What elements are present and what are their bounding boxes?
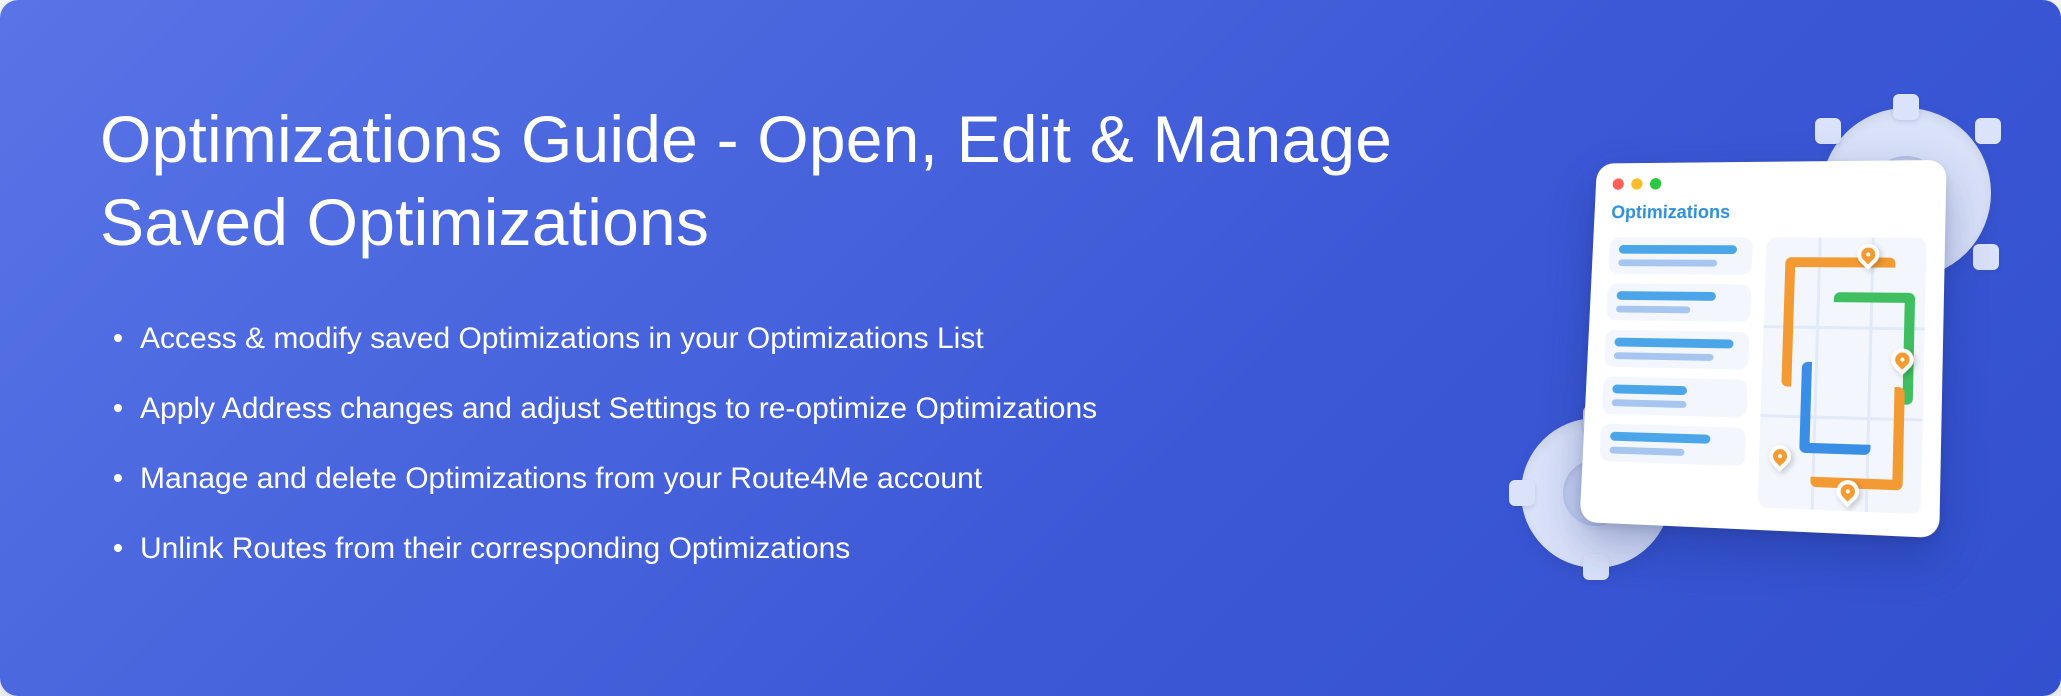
- list-item: [1602, 376, 1748, 417]
- list-item: [1606, 283, 1751, 322]
- bullet-item: Manage and delete Optimizations from you…: [100, 458, 1511, 500]
- hero-illustration: Optimizations: [1551, 138, 1971, 558]
- bullet-item: Access & modify saved Optimizations in y…: [100, 318, 1511, 360]
- minimize-dot-icon: [1631, 178, 1643, 189]
- hero-banner: Optimizations Guide - Open, Edit & Manag…: [0, 0, 2061, 696]
- maximize-dot-icon: [1650, 178, 1662, 190]
- map-pin-icon: [1765, 440, 1796, 472]
- bullet-item: Unlink Routes from their corresponding O…: [100, 528, 1511, 570]
- list-pane: [1598, 237, 1753, 506]
- page-title: Optimizations Guide - Open, Edit & Manag…: [100, 98, 1511, 263]
- bullet-item: Apply Address changes and adjust Setting…: [100, 388, 1511, 430]
- feature-bullet-list: Access & modify saved Optimizations in y…: [100, 318, 1511, 570]
- list-item: [1600, 423, 1747, 466]
- text-content: Optimizations Guide - Open, Edit & Manag…: [100, 98, 1551, 598]
- card-body: [1598, 237, 1927, 514]
- window-controls: [1612, 176, 1928, 190]
- card-title: Optimizations: [1611, 202, 1928, 224]
- list-item: [1604, 330, 1750, 370]
- app-window-illustration: Optimizations: [1580, 160, 1947, 538]
- map-pane: [1757, 238, 1926, 515]
- close-dot-icon: [1612, 178, 1624, 189]
- route-line-icon: [1810, 385, 1905, 490]
- list-item: [1608, 237, 1753, 274]
